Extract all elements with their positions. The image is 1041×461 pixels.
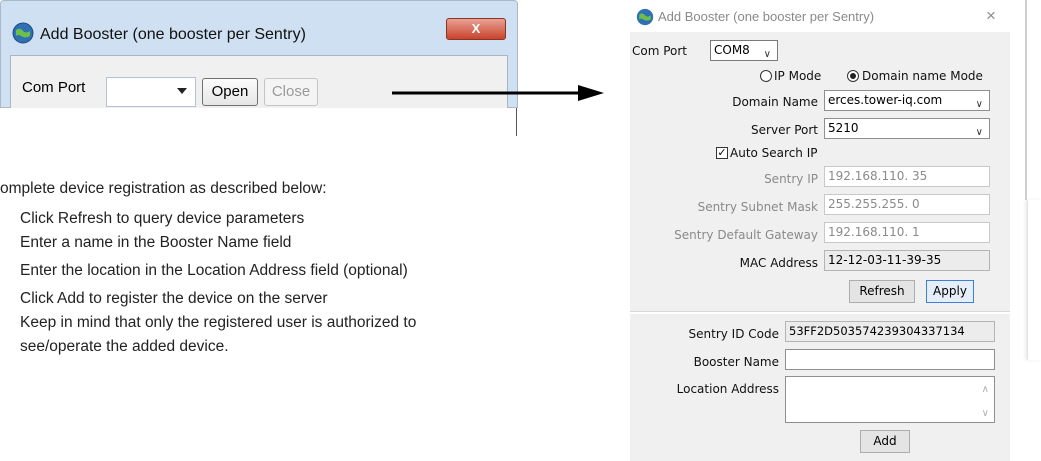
domain-mode-radio[interactable]: [847, 70, 859, 82]
close-button[interactable]: Close: [264, 78, 318, 106]
server-port-select[interactable]: 5210 ∨: [824, 118, 990, 139]
domain-name-label: Domain Name: [732, 95, 818, 109]
app-globe-icon: [12, 22, 34, 44]
background-window-panel: [1027, 200, 1041, 360]
chevron-down-icon: ∨: [975, 99, 983, 110]
com-port-value: COM8: [714, 43, 750, 57]
small-dialog-title: Add Booster (one booster per Sentry): [40, 26, 306, 43]
background-window-border: [1025, 0, 1027, 200]
instruction-step: see/operate the added device.: [20, 338, 229, 355]
app-globe-icon: [636, 8, 654, 26]
sentry-id-field: 53FF2D503574239304337134: [785, 321, 995, 342]
sentry-ip-label: Sentry IP: [764, 172, 818, 186]
small-dialog-edge: [516, 108, 517, 136]
dropdown-arrow-icon: [177, 88, 187, 94]
booster-name-label: Booster Name: [693, 355, 779, 369]
right-arrow-icon: [392, 85, 604, 101]
apply-button[interactable]: Apply: [926, 280, 974, 303]
open-button[interactable]: Open: [202, 78, 258, 106]
refresh-button[interactable]: Refresh: [849, 280, 915, 303]
domain-name-select[interactable]: erces.tower-iq.com ∨: [824, 90, 990, 111]
instructions-intro: omplete device registration as described…: [0, 180, 327, 197]
domain-mode-label: Domain name Mode: [862, 69, 983, 83]
booster-name-field[interactable]: [785, 349, 995, 370]
instruction-step: Click Add to register the device on the …: [20, 290, 328, 307]
subnet-mask-label: Sentry Subnet Mask: [697, 200, 818, 214]
instruction-step: Click Refresh to query device parameters: [20, 210, 305, 227]
sentry-id-label: Sentry ID Code: [688, 327, 779, 341]
add-button[interactable]: Add: [860, 430, 910, 453]
location-address-label: Location Address: [676, 382, 779, 396]
section-divider: [630, 311, 1010, 314]
ip-mode-label: IP Mode: [774, 69, 822, 83]
chevron-down-icon: ∨: [975, 127, 983, 138]
small-com-port-label: Com Port: [22, 79, 86, 96]
subnet-mask-field[interactable]: 255.255.255. 0: [824, 194, 990, 215]
mac-address-label: MAC Address: [739, 256, 818, 270]
auto-search-ip-checkbox[interactable]: ✓: [716, 147, 728, 159]
chevron-down-icon: ∨: [763, 49, 771, 60]
add-booster-dialog: Add Booster (one booster per Sentry) × C…: [630, 0, 1010, 461]
scroll-down-icon[interactable]: ∨: [982, 404, 989, 422]
mac-address-field: 12-12-03-11-39-35: [824, 250, 990, 271]
auto-search-ip-label: Auto Search IP: [730, 146, 818, 160]
small-dialog-close-button[interactable]: X: [446, 18, 506, 40]
dialog-title: Add Booster (one booster per Sentry): [658, 9, 875, 24]
default-gateway-field[interactable]: 192.168.110. 1: [824, 222, 990, 243]
scroll-up-icon[interactable]: ∧: [982, 380, 989, 399]
default-gateway-label: Sentry Default Gateway: [674, 228, 818, 242]
domain-name-value: erces.tower-iq.com: [828, 93, 943, 107]
server-port-label: Server Port: [751, 123, 818, 137]
small-com-port-select[interactable]: [106, 77, 196, 107]
com-port-label: Com Port: [632, 44, 688, 58]
sentry-ip-field[interactable]: 192.168.110. 35: [824, 166, 990, 187]
ip-mode-radio[interactable]: [760, 70, 772, 82]
com-port-select[interactable]: COM8 ∨: [710, 40, 778, 61]
server-port-value: 5210: [828, 121, 859, 135]
close-icon[interactable]: ×: [986, 6, 996, 26]
location-address-field[interactable]: ∧ ∨: [785, 376, 995, 423]
instruction-step: Enter the location in the Location Addre…: [20, 262, 408, 279]
instruction-step: Keep in mind that only the registered us…: [20, 314, 417, 331]
small-add-booster-dialog: Add Booster (one booster per Sentry) X C…: [0, 0, 518, 136]
instruction-step: Enter a name in the Booster Name field: [20, 234, 292, 251]
